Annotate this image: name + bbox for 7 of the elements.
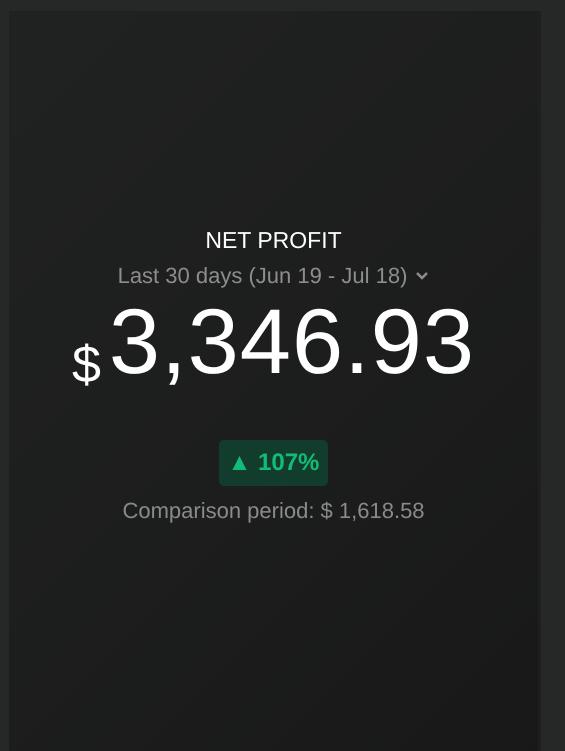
change-indicator: ▲ 107% xyxy=(218,440,328,486)
comparison-text: Comparison period: $ 1,618.58 xyxy=(122,497,425,526)
card-title: NET PROFIT xyxy=(205,229,342,252)
chevron-down-icon xyxy=(415,271,430,282)
period-dropdown[interactable]: Last 30 days (Jun 19 - Jul 18) xyxy=(118,264,430,288)
currency-symbol: $ xyxy=(72,335,101,396)
profit-amount: 3,346.93 xyxy=(108,296,476,388)
